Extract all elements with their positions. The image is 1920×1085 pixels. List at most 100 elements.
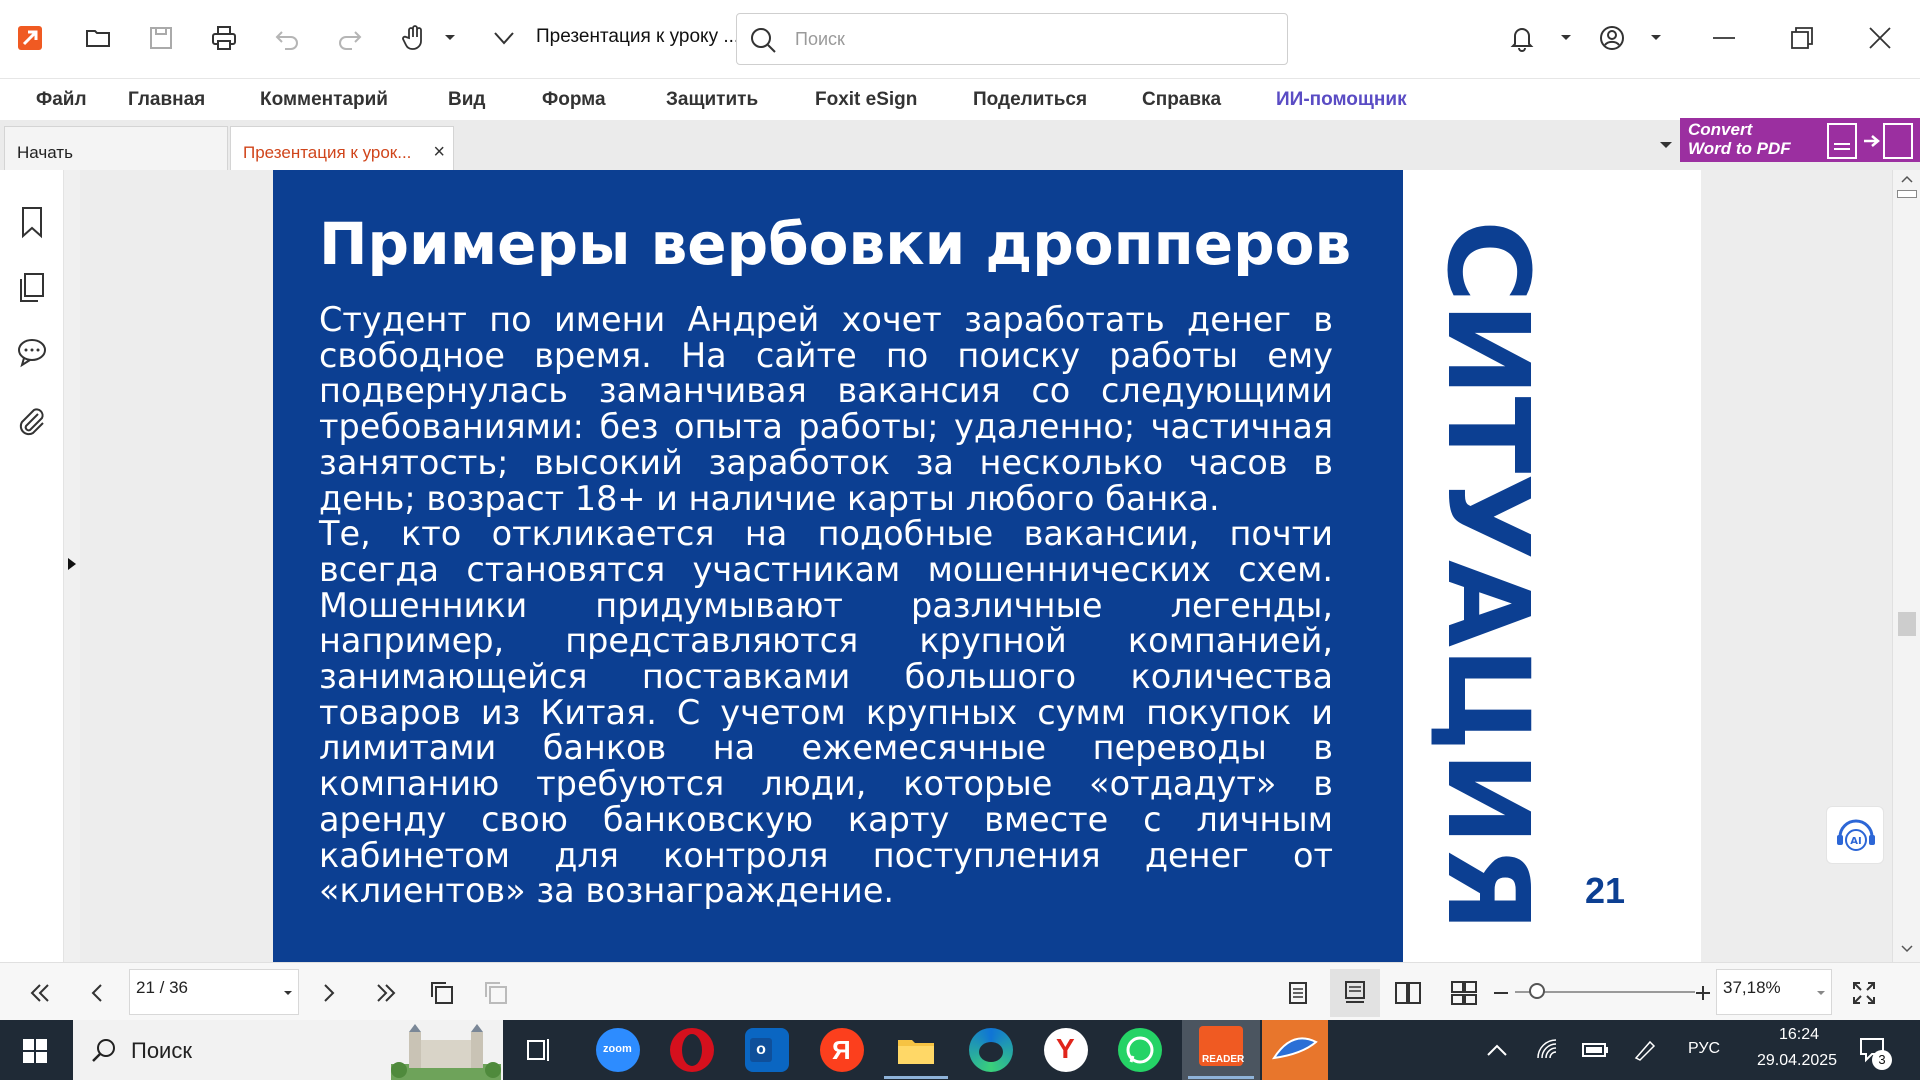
- continuous-facing-view-icon[interactable]: [1446, 975, 1482, 1011]
- zoom-dropdown-icon[interactable]: [1815, 988, 1827, 998]
- close-tab-icon[interactable]: ×: [433, 141, 445, 164]
- network-icon[interactable]: [1534, 1036, 1560, 1062]
- convert-word-to-pdf-banner[interactable]: Convert Word to PDF: [1680, 118, 1920, 162]
- outlook-icon[interactable]: o: [745, 1028, 789, 1072]
- restore-icon[interactable]: [1784, 20, 1820, 56]
- pen-stroke-app-icon: [1271, 1037, 1318, 1060]
- status-bar: 21 / 36 37,18%: [0, 962, 1920, 1020]
- zoom-app-icon[interactable]: zoom: [596, 1028, 640, 1072]
- menu-protect[interactable]: Защитить: [666, 89, 758, 111]
- yandex-browser-icon[interactable]: Y: [1044, 1028, 1088, 1072]
- tabs-dropdown-icon[interactable]: [1656, 134, 1676, 154]
- print-icon[interactable]: [206, 20, 242, 56]
- zoom-in-icon[interactable]: [1688, 975, 1718, 1011]
- zoom-slider-handle[interactable]: [1528, 983, 1545, 999]
- task-view-icon[interactable]: [526, 1037, 554, 1063]
- file-explorer-icon[interactable]: [894, 1028, 938, 1072]
- fullscreen-icon[interactable]: [1846, 975, 1882, 1011]
- scroll-up-arrow-icon[interactable]: [1900, 174, 1914, 184]
- split-handle[interactable]: [1897, 190, 1917, 198]
- account-icon[interactable]: [1594, 20, 1630, 56]
- title-bar: Презентация к уроку ... Поиск: [0, 0, 1920, 78]
- close-window-icon[interactable]: [1862, 20, 1898, 56]
- show-hidden-icons-chevron-icon[interactable]: [1486, 1042, 1508, 1058]
- last-page-icon[interactable]: [368, 975, 404, 1011]
- page-number-value: 21 / 36: [136, 978, 188, 997]
- taskbar-search-label: Поиск: [131, 1038, 192, 1063]
- page-number-input[interactable]: 21 / 36: [129, 969, 299, 1015]
- yandex-app-icon[interactable]: Я: [820, 1028, 864, 1072]
- clock-date[interactable]: 29.04.2025: [1742, 1052, 1852, 1070]
- quick-access-dropdown-icon[interactable]: [486, 20, 522, 56]
- annotation-app-taskbar-button[interactable]: [1262, 1020, 1328, 1080]
- pen-input-icon[interactable]: [1632, 1038, 1658, 1062]
- next-view-icon[interactable]: [478, 975, 514, 1011]
- document-viewer[interactable]: Примеры вербовки дропперов Студент по им…: [80, 170, 1892, 962]
- facing-view-icon[interactable]: [1390, 975, 1426, 1011]
- ai-assistant-button[interactable]: AI: [1826, 806, 1884, 864]
- hand-tool-dropdown-icon[interactable]: [432, 20, 468, 56]
- svg-text:AI: AI: [1850, 836, 1861, 847]
- continuous-view-icon[interactable]: [1330, 969, 1380, 1017]
- slide-paragraph-2: Те, кто откликается на подобные вакансии…: [319, 514, 1333, 911]
- menu-ai-assistant[interactable]: ИИ-помощник: [1276, 89, 1407, 111]
- previous-view-icon[interactable]: [424, 975, 460, 1011]
- battery-icon[interactable]: [1580, 1038, 1610, 1060]
- first-page-icon[interactable]: [22, 975, 58, 1011]
- vertical-scrollbar[interactable]: [1892, 170, 1920, 962]
- tab-presentation[interactable]: Презентация к урок... ×: [230, 126, 454, 170]
- foxit-logo-icon[interactable]: [12, 20, 48, 56]
- clock-time[interactable]: 16:24: [1764, 1026, 1834, 1044]
- windows-taskbar: Поиск zoom o Я Y READER РУС 16:24 29.04.…: [0, 1020, 1920, 1080]
- menu-foxit-esign[interactable]: Foxit eSign: [815, 89, 917, 111]
- zoom-out-icon[interactable]: [1486, 975, 1516, 1011]
- zoom-level-input[interactable]: 37,18%: [1716, 969, 1832, 1015]
- pages-thumbnails-icon[interactable]: [14, 270, 50, 306]
- notifications-bell-icon[interactable]: [1504, 20, 1540, 56]
- next-page-icon[interactable]: [310, 975, 346, 1011]
- foxit-reader-taskbar-button[interactable]: READER: [1182, 1020, 1260, 1080]
- convert-banner-line1: Convert: [1688, 120, 1753, 139]
- menu-comment[interactable]: Комментарий: [260, 89, 388, 111]
- scroll-down-arrow-icon[interactable]: [1900, 944, 1914, 954]
- redo-icon[interactable]: [332, 20, 368, 56]
- open-folder-icon[interactable]: [80, 20, 116, 56]
- taskbar-search-icon: [92, 1039, 115, 1062]
- menu-bar: Файл Главная Комментарий Вид Форма Защит…: [0, 78, 1920, 120]
- taskbar-search-box[interactable]: Поиск: [73, 1020, 503, 1080]
- menu-help[interactable]: Справка: [1142, 89, 1221, 111]
- whatsapp-icon[interactable]: [1118, 1028, 1162, 1072]
- menu-form[interactable]: Форма: [542, 89, 606, 111]
- document-title: Презентация к уроку ...: [536, 26, 740, 47]
- single-page-view-icon[interactable]: [1280, 975, 1316, 1011]
- attachment-paperclip-icon[interactable]: [14, 404, 50, 440]
- undo-icon[interactable]: [269, 20, 305, 56]
- tab-bar: Начать Презентация к урок... ×: [0, 120, 1920, 170]
- edge-browser-icon[interactable]: [969, 1028, 1013, 1072]
- scrollbar-thumb[interactable]: [1898, 612, 1916, 636]
- tab-start[interactable]: Начать: [4, 126, 228, 170]
- menu-home[interactable]: Главная: [128, 89, 205, 111]
- panel-expander[interactable]: [64, 170, 80, 962]
- comments-icon[interactable]: [14, 334, 50, 370]
- hand-tool-icon[interactable]: [396, 20, 432, 56]
- opera-browser-icon[interactable]: [670, 1028, 714, 1072]
- page-dropdown-icon[interactable]: [282, 988, 294, 998]
- menu-file[interactable]: Файл: [36, 89, 87, 111]
- notifications-dropdown-icon[interactable]: [1548, 20, 1584, 56]
- search-input[interactable]: Поиск: [736, 13, 1288, 65]
- bookmark-icon[interactable]: [14, 204, 50, 240]
- expand-panel-arrow-icon[interactable]: [66, 556, 78, 572]
- account-dropdown-icon[interactable]: [1638, 20, 1674, 56]
- tab-start-label: Начать: [17, 143, 73, 162]
- minimize-icon[interactable]: [1706, 20, 1742, 56]
- save-icon[interactable]: [143, 20, 179, 56]
- word-to-pdf-icon: [1827, 123, 1913, 159]
- menu-view[interactable]: Вид: [448, 89, 485, 111]
- previous-page-icon[interactable]: [80, 975, 116, 1011]
- windows-start-icon[interactable]: [22, 1038, 48, 1064]
- vertical-heading-situation: СИТУАЦИЯ: [1423, 220, 1552, 932]
- menu-share[interactable]: Поделиться: [973, 89, 1087, 111]
- slide-body: Студент по имени Андрей хочет заработать…: [319, 302, 1333, 909]
- input-language-indicator[interactable]: РУС: [1688, 1040, 1720, 1058]
